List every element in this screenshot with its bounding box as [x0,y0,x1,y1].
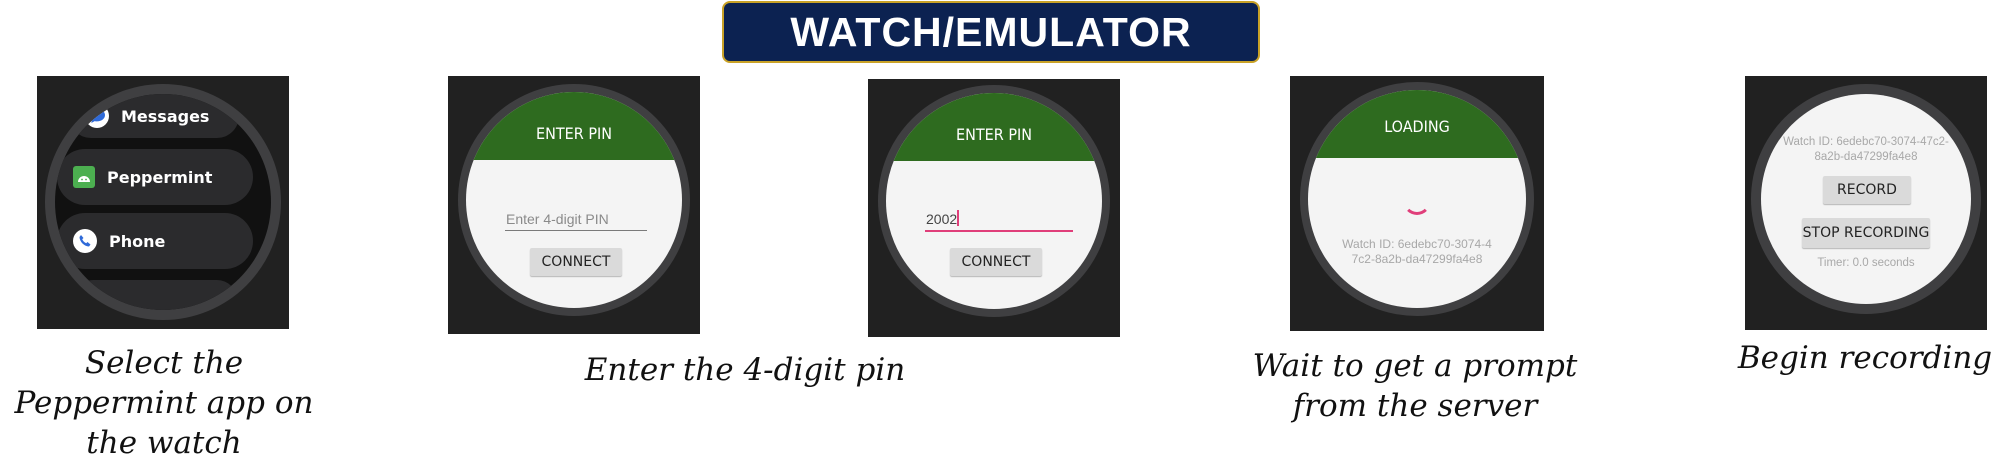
title-banner: WATCH/EMULATOR [722,1,1260,63]
watch-screen-loading: LOADING Watch ID: 6edebc70-3074-4 7c2-8a… [1290,76,1544,331]
enter-pin-header: ENTER PIN [466,92,682,160]
caption-step-1: Select the Peppermint app on the watch [5,343,323,463]
app-label-peppermint: Peppermint [107,167,213,187]
caption-step-2: Enter the 4-digit pin [584,352,906,388]
pin-input[interactable]: 2002 [926,211,957,227]
connect-button[interactable]: CONNECT [950,248,1042,276]
watch-id-line-1: Watch ID: 6edebc70-3074-47c2- [1783,136,1949,148]
watch-id-line-2: 7c2-8a2b-da47299fa4e8 [1351,252,1483,266]
caption-step-4: Begin recording [1737,340,1993,376]
watch-face: Watch ID: 6edebc70-3074-47c2- 8a2b-da472… [1761,94,1971,304]
watch-id-line-1: Watch ID: 6edebc70-3074-4 [1342,237,1492,251]
app-item-messages[interactable]: Messages [69,94,239,138]
phone-icon [73,229,97,253]
app-item-peppermint[interactable]: Peppermint [57,149,253,205]
watch-id-line-2: 8a2b-da47299fa4e8 [1814,151,1918,163]
app-label-phone: Phone [109,231,166,251]
watch-id-text: Watch ID: 6edebc70-3074-4 7c2-8a2b-da472… [1308,237,1526,267]
loading-header: LOADING [1308,90,1526,158]
pin-input-underline [925,230,1073,232]
app-label-messages: Messages [121,106,210,126]
caption-step-3-line-1: Wait to get a prompt [1252,348,1578,384]
caption-step-1-line-2: Peppermint app on [14,385,314,421]
pin-input-placeholder[interactable]: Enter 4-digit PIN [506,211,609,227]
caption-step-1-line-1: Select the [84,345,244,381]
page-title: WATCH/EMULATOR [790,8,1192,55]
record-button[interactable]: RECORD [1823,176,1911,204]
caption-step-1-line-3: the watch [86,425,242,461]
loading-spinner [1403,187,1431,215]
caption-step-3: Wait to get a prompt from the server [1230,346,1600,426]
pin-input-underline [505,230,647,231]
timer-text: Timer: 0.0 seconds [1817,257,1915,269]
android-icon [73,166,95,188]
stop-recording-button[interactable]: STOP RECORDING [1802,218,1930,248]
connect-button[interactable]: CONNECT [530,248,622,276]
pin-input-cursor [957,210,959,226]
watch-screen-enter-pin: ENTER PIN Enter 4-digit PIN CONNECT [448,76,700,334]
app-item-phone[interactable]: Phone [57,213,253,269]
watch-screen-app-list: Messages Peppermint Phone [37,76,289,329]
caption-step-3-line-2: from the server [1292,388,1538,424]
watch-face: Messages Peppermint Phone [55,94,271,310]
app-item-partial [73,280,237,310]
watch-face: ENTER PIN 2002 CONNECT [886,93,1102,309]
watch-screen-recording: Watch ID: 6edebc70-3074-47c2- 8a2b-da472… [1745,76,1987,330]
enter-pin-header: ENTER PIN [886,93,1102,161]
watch-face: LOADING Watch ID: 6edebc70-3074-4 7c2-8a… [1308,90,1526,308]
watch-id-text: Watch ID: 6edebc70-3074-47c2- 8a2b-da472… [1761,135,1971,165]
watch-screen-pin-entered: ENTER PIN 2002 CONNECT [868,79,1120,337]
messages-icon [85,104,109,128]
watch-face: ENTER PIN Enter 4-digit PIN CONNECT [466,92,682,308]
